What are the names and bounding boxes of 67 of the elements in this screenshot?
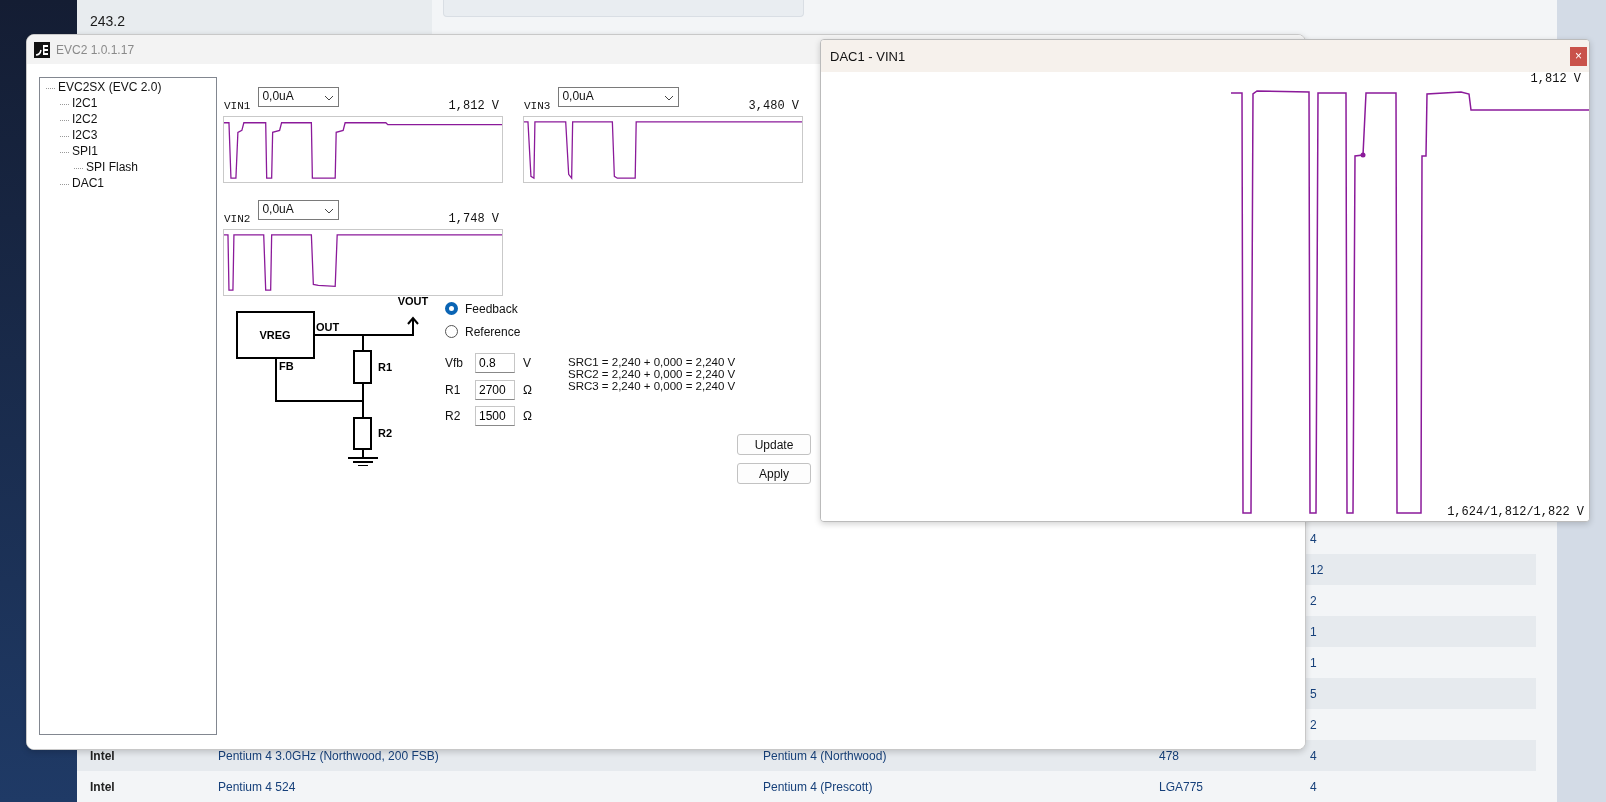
result-line: SRC2 = 2,240 + 0,000 = 2,240 V xyxy=(568,368,737,380)
channel-label: VIN2 xyxy=(223,213,251,225)
input-field[interactable]: 0.8 xyxy=(475,353,515,374)
table-link[interactable]: 1 xyxy=(1310,624,1536,639)
tree-item[interactable]: I2C2 xyxy=(58,112,98,126)
input-field[interactable]: 2700 xyxy=(475,379,515,400)
field-label: R1 xyxy=(445,382,462,397)
caret-icon xyxy=(324,95,335,101)
table-link[interactable]: 12 xyxy=(1310,562,1536,577)
radio-button[interactable] xyxy=(445,325,458,338)
table-link[interactable]: Pentium 4 (Prescott) xyxy=(763,779,1159,794)
channel-label: VIN1 xyxy=(223,100,251,112)
tree-item[interactable]: SPI1 xyxy=(58,144,98,158)
action-button[interactable]: Apply xyxy=(737,463,811,484)
tree-item[interactable]: EVC2SX (EVC 2.0) xyxy=(44,80,162,94)
table-link[interactable]: LGA775 xyxy=(1159,779,1310,794)
window-title: EVC2 1.0.1.17 xyxy=(56,42,135,57)
result-line: SRC3 = 2,240 + 0,000 = 2,240 V xyxy=(568,380,737,392)
table-link[interactable]: 4 xyxy=(1310,779,1536,794)
tree-item[interactable]: I2C3 xyxy=(58,128,98,142)
channel-reading: 1,812 V xyxy=(448,99,499,113)
caret-icon xyxy=(324,208,335,214)
tree-item[interactable]: I2C1 xyxy=(58,96,98,110)
field-label: R2 xyxy=(445,409,462,424)
table-link[interactable]: 478 xyxy=(1159,748,1310,763)
table-cell-text: Intel xyxy=(90,748,116,763)
channel-reading: 1,748 V xyxy=(448,212,499,226)
result-line: SRC1 = 2,240 + 0,000 = 2,240 V xyxy=(568,356,737,368)
close-button[interactable]: × xyxy=(1570,46,1587,66)
table-link[interactable]: 5 xyxy=(1310,686,1536,701)
tree-item[interactable]: DAC1 xyxy=(58,176,104,190)
table-link[interactable]: 2 xyxy=(1310,717,1536,732)
table-link[interactable]: 4 xyxy=(1310,748,1536,763)
table-link[interactable]: Pentium 4 524 xyxy=(218,779,763,794)
unit-label: Ω xyxy=(523,382,532,397)
plot-summary: 1,624/1,812/1,822 V xyxy=(1447,505,1584,519)
app-icon xyxy=(34,41,50,58)
circuit-label: OUT xyxy=(316,321,340,333)
unit-label: Ω xyxy=(523,409,532,424)
table-link[interactable]: 1 xyxy=(1310,655,1536,670)
channel-label: VIN3 xyxy=(523,100,551,112)
radio-label[interactable]: Feedback xyxy=(465,301,518,316)
caret-icon xyxy=(664,95,675,101)
plot-reading: 1,812 V xyxy=(1530,72,1581,86)
unit-label: V xyxy=(523,356,531,371)
window-title: DAC1 - VIN1 xyxy=(830,48,906,64)
table-cell-text: Intel xyxy=(90,779,116,794)
current-dropdown[interactable]: 0,0uA xyxy=(258,200,340,220)
table-link[interactable]: 4 xyxy=(1310,531,1536,546)
circuit-label: R1 xyxy=(378,361,393,373)
radio-label[interactable]: Reference xyxy=(465,324,521,339)
circuit-label: VOUT xyxy=(397,295,429,307)
field-label: Vfb xyxy=(445,356,464,371)
radio-button[interactable] xyxy=(445,302,458,315)
current-dropdown[interactable]: 0,0uA xyxy=(558,87,680,107)
circuit-label: R2 xyxy=(378,427,393,439)
circuit-label: VREG xyxy=(259,329,291,341)
action-button[interactable]: Update xyxy=(737,434,811,455)
channel-reading: 3,480 V xyxy=(748,99,799,113)
table-link[interactable]: 2 xyxy=(1310,593,1536,608)
table-link[interactable]: Pentium 4 (Northwood) xyxy=(763,748,1159,763)
stat-value: 243.2 xyxy=(90,13,126,29)
input-field[interactable]: 1500 xyxy=(475,406,515,427)
table-link[interactable]: Pentium 4 3.0GHz (Northwood, 200 FSB) xyxy=(218,748,763,763)
circuit-label: FB xyxy=(279,360,294,372)
current-dropdown[interactable]: 0,0uA xyxy=(258,87,340,107)
tree-item[interactable]: SPI Flash xyxy=(72,160,139,174)
